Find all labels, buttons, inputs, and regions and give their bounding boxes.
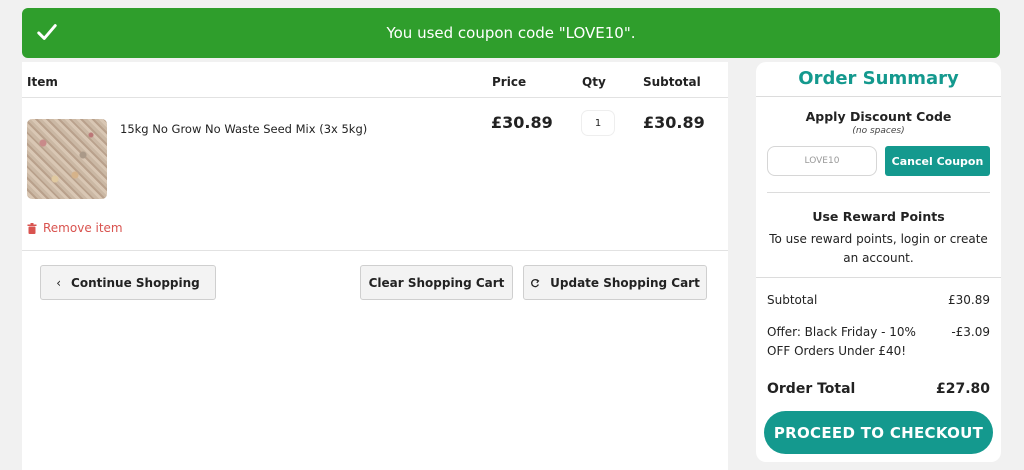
- cart-table: Item Price Qty Subtotal 15kg No Grow No …: [22, 62, 728, 470]
- clear-cart-label: Clear Shopping Cart: [368, 275, 505, 290]
- refresh-icon: [531, 278, 540, 287]
- cancel-coupon-button[interactable]: Cancel Coupon: [885, 146, 990, 176]
- clear-cart-button[interactable]: Clear Shopping Cart: [360, 265, 513, 300]
- summary-title: Order Summary: [798, 68, 959, 89]
- quantity-input[interactable]: 1: [581, 110, 615, 136]
- order-summary-panel: Order Summary Apply Discount Code (no sp…: [756, 62, 1001, 462]
- coupon-success-banner: You used coupon code "LOVE10".: [22, 8, 1000, 58]
- subtotal-row: Subtotal £30.89: [767, 293, 990, 307]
- continue-shopping-label: Continue Shopping: [71, 275, 200, 290]
- rewards-divider: [756, 277, 1001, 278]
- remove-item-link[interactable]: Remove item: [27, 221, 123, 235]
- header-qty: Qty: [582, 75, 606, 89]
- header-subtotal: Subtotal: [643, 75, 701, 89]
- banner-message: You used coupon code "LOVE10".: [386, 24, 636, 42]
- order-total-label: Order Total: [767, 381, 856, 397]
- chevron-left-icon: ‹: [56, 275, 62, 290]
- offer-row: Offer: Black Friday - 10% OFF Orders Und…: [767, 323, 990, 361]
- discount-code-input[interactable]: [767, 146, 877, 176]
- discount-heading: Apply Discount Code: [805, 109, 952, 124]
- discount-note: (no spaces): [852, 126, 905, 136]
- product-name[interactable]: 15kg No Grow No Waste Seed Mix (3x 5kg): [120, 122, 367, 136]
- trash-icon: [27, 222, 37, 234]
- checkmark-icon: [37, 24, 57, 40]
- subtotal-label: Subtotal: [767, 293, 818, 307]
- update-cart-label: Update Shopping Cart: [550, 275, 700, 290]
- reward-points-text: To use reward points, login or create an…: [769, 232, 988, 265]
- order-total-row: Order Total £27.80: [767, 381, 990, 397]
- header-item: Item: [27, 75, 58, 89]
- discount-divider: [767, 192, 990, 193]
- order-total-value: £27.80: [935, 381, 990, 397]
- product-image[interactable]: [27, 119, 107, 199]
- row-divider: [22, 250, 728, 251]
- update-cart-button[interactable]: Update Shopping Cart: [523, 265, 707, 300]
- remove-item-label: Remove item: [43, 221, 123, 235]
- subtotal-value: £30.89: [948, 293, 990, 307]
- product-subtotal: £30.89: [643, 113, 705, 132]
- offer-label: Offer: Black Friday - 10% OFF Orders Und…: [767, 325, 916, 358]
- header-divider: [22, 97, 728, 98]
- header-price: Price: [492, 75, 527, 89]
- reward-points-heading: Use Reward Points: [812, 209, 945, 224]
- proceed-to-checkout-button[interactable]: PROCEED TO CHECKOUT: [764, 411, 993, 454]
- product-price: £30.89: [491, 113, 553, 132]
- continue-shopping-button[interactable]: ‹ Continue Shopping: [40, 265, 216, 300]
- offer-value: -£3.09: [951, 325, 990, 339]
- summary-divider: [756, 96, 1001, 97]
